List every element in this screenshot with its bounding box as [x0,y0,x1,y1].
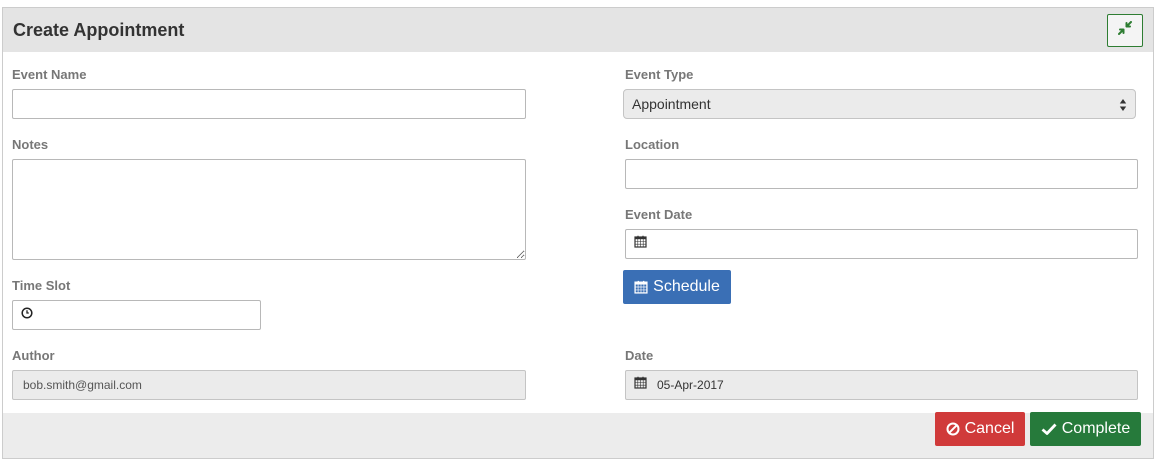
schedule-button-label: Schedule [653,278,720,295]
author-field [12,370,526,400]
date-value: 05-Apr-2017 [657,378,724,392]
notes-textarea[interactable] [12,159,526,260]
event-date-input[interactable] [625,229,1138,259]
panel-header: Create Appointment [3,8,1153,52]
event-type-label: Event Type [625,67,694,82]
select-arrows-icon [1119,98,1127,112]
check-icon [1041,423,1057,435]
ban-icon [946,422,960,436]
notes-label: Notes [12,137,49,152]
location-label: Location [625,137,680,152]
clock-icon [21,306,33,324]
event-name-input[interactable] [12,89,526,119]
schedule-button[interactable]: Schedule [623,270,731,304]
complete-button-label: Complete [1061,420,1131,437]
event-date-label: Event Date [625,207,693,222]
compress-icon [1118,21,1132,40]
complete-button[interactable]: Complete [1030,412,1141,446]
panel-title: Create Appointment [13,20,185,40]
time-slot-input[interactable] [12,300,261,330]
calendar-icon [634,235,647,253]
cancel-button[interactable]: Cancel [935,412,1025,446]
date-field: 05-Apr-2017 [625,370,1138,400]
date-label: Date [625,348,654,363]
event-type-select[interactable]: Appointment [623,89,1136,119]
author-label: Author [12,348,55,363]
location-input[interactable] [625,159,1138,189]
time-slot-label: Time Slot [12,278,71,293]
cancel-button-label: Cancel [964,420,1015,437]
calendar-icon [634,376,647,394]
calendar-icon [634,280,648,294]
event-name-label: Event Name [12,67,87,82]
event-type-selected: Appointment [632,96,711,112]
collapse-button[interactable] [1107,14,1143,47]
